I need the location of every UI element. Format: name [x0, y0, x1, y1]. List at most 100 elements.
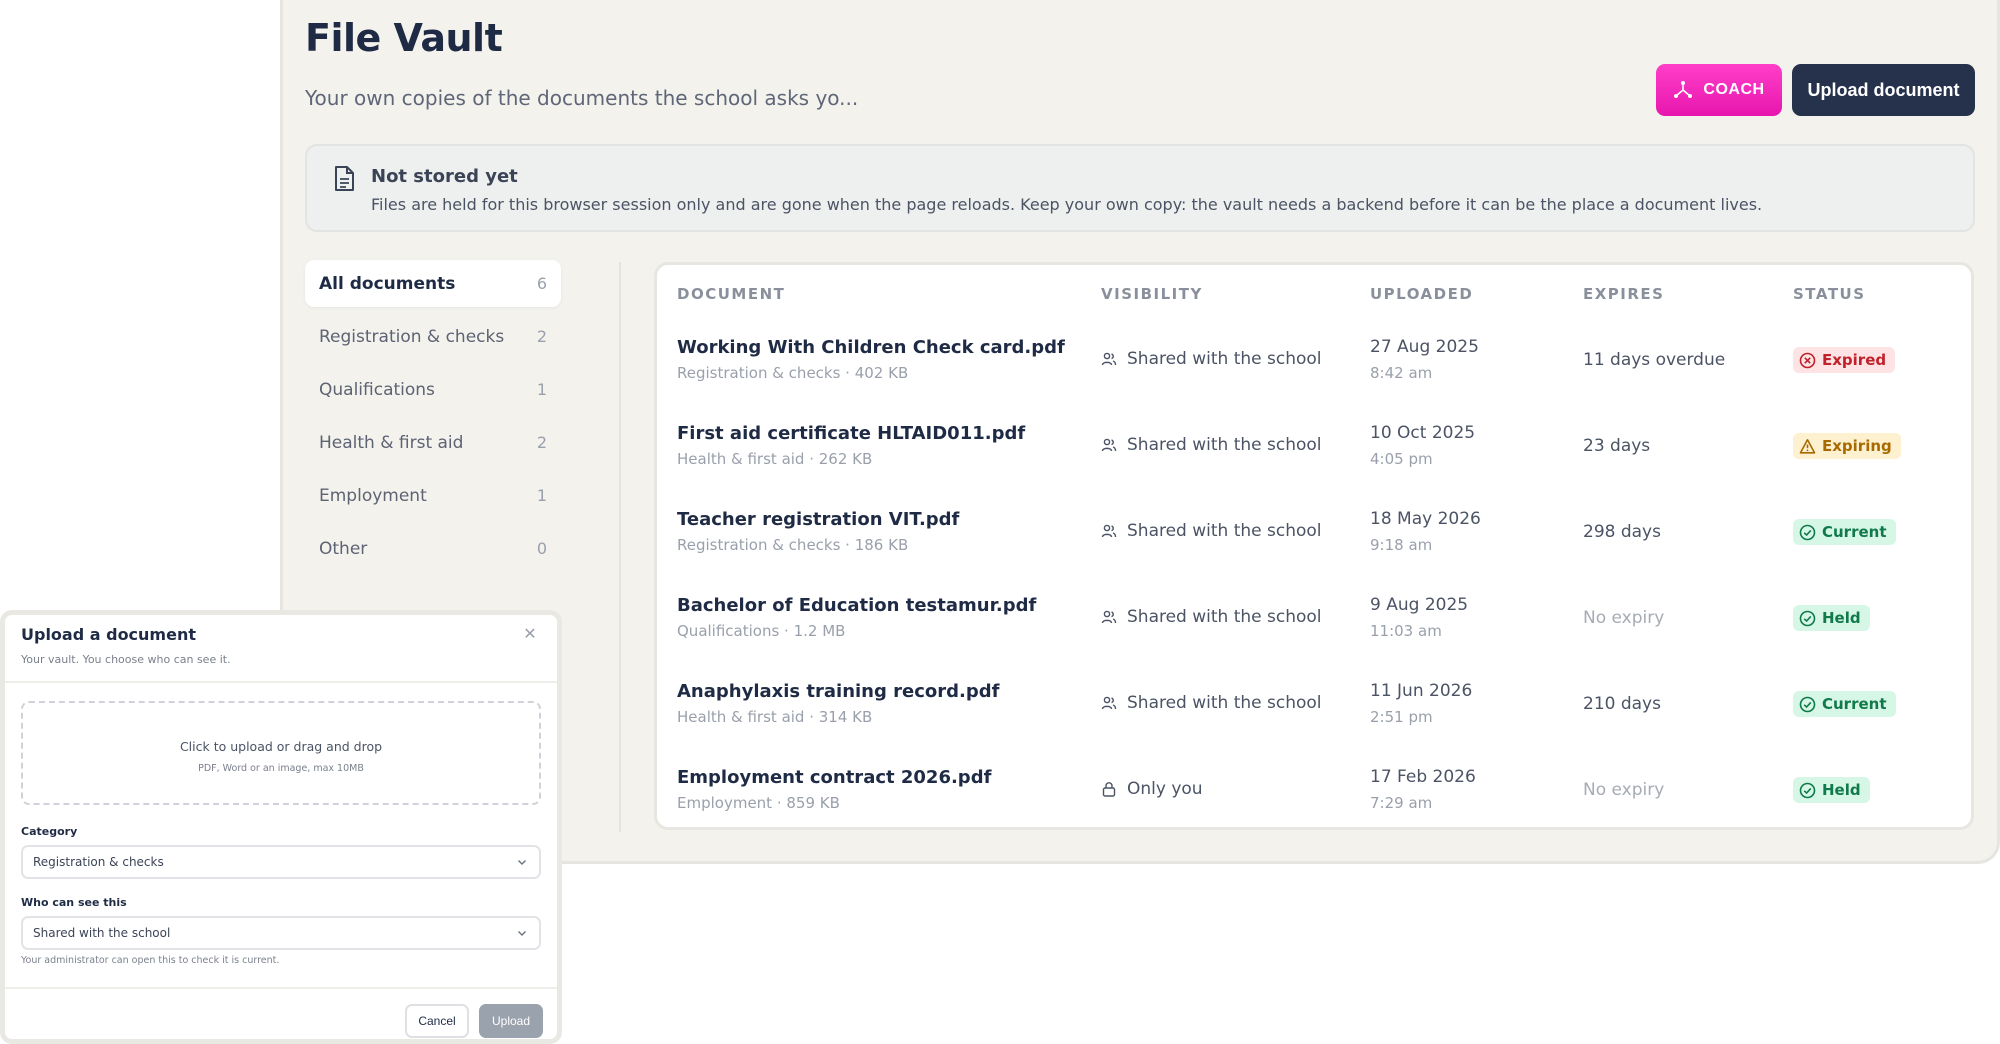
document-name[interactable]: Employment contract 2026.pdf: [677, 767, 991, 788]
status-label: Current: [1822, 695, 1887, 713]
check-circle-icon: [1799, 782, 1816, 798]
expires-value: 298 days: [1583, 522, 1661, 542]
expires-value: 23 days: [1583, 436, 1651, 456]
table-row[interactable]: Employment contract 2026.pdf Employment …: [657, 757, 1971, 843]
table-row[interactable]: First aid certificate HLTAID011.pdf Heal…: [657, 413, 1971, 499]
check-circle-icon: [1799, 524, 1816, 540]
status-label: Current: [1822, 523, 1887, 541]
document-meta: Qualifications · 1.2 MB: [677, 622, 846, 640]
uploaded-date: 27 Aug 2025: [1370, 337, 1479, 357]
visibility-cell: Shared with the school: [1101, 521, 1322, 541]
sidebar-item-count: 1: [536, 380, 547, 399]
sidebar-item-all-documents[interactable]: All documents 6: [305, 260, 561, 307]
visibility-label: Only you: [1127, 779, 1203, 799]
uploaded-time: 7:29 am: [1370, 794, 1433, 812]
file-dropzone[interactable]: Click to upload or drag and drop PDF, Wo…: [21, 701, 541, 805]
sidebar-item-employment[interactable]: Employment 1: [305, 472, 561, 519]
document-name[interactable]: Working With Children Check card.pdf: [677, 337, 1065, 358]
document-meta: Registration & checks · 186 KB: [677, 536, 909, 554]
column-header-status[interactable]: STATUS: [1793, 285, 1866, 303]
visibility-cell: Shared with the school: [1101, 607, 1322, 627]
sidebar-item-label: All documents: [319, 273, 456, 294]
column-header-expires[interactable]: EXPIRES: [1583, 285, 1665, 303]
sidebar-item-count: 2: [536, 327, 547, 346]
status-badge: Expiring: [1793, 433, 1901, 459]
x-circle-icon: [1799, 352, 1816, 368]
document-name[interactable]: Bachelor of Education testamur.pdf: [677, 595, 1036, 616]
sidebar-divider: [619, 262, 621, 832]
upload-document-button[interactable]: Upload document: [1792, 64, 1975, 116]
cancel-button[interactable]: Cancel: [405, 1004, 469, 1038]
check-circle-icon: [1799, 610, 1816, 626]
status-badge: Held: [1793, 605, 1870, 631]
table-row[interactable]: Working With Children Check card.pdf Reg…: [657, 327, 1971, 413]
uploaded-time: 8:42 am: [1370, 364, 1433, 382]
lock-icon: [1102, 782, 1116, 797]
status-label: Expired: [1822, 351, 1887, 369]
expires-value: No expiry: [1583, 608, 1665, 628]
sidebar-item-count: 1: [536, 486, 547, 505]
uploaded-time: 11:03 am: [1370, 622, 1442, 640]
users-icon: [1101, 524, 1117, 538]
visibility-select[interactable]: Shared with the school: [21, 916, 541, 950]
uploaded-date: 18 May 2026: [1370, 509, 1481, 529]
visibility-cell: Shared with the school: [1101, 435, 1322, 455]
visibility-cell: Shared with the school: [1101, 693, 1322, 713]
sidebar-item-health[interactable]: Health & first aid 2: [305, 419, 561, 466]
sidebar-item-count: 2: [536, 433, 547, 452]
visibility-cell: Shared with the school: [1101, 349, 1322, 369]
dialog-divider: [5, 987, 557, 989]
column-header-document[interactable]: DOCUMENT: [677, 285, 785, 303]
document-name[interactable]: First aid certificate HLTAID011.pdf: [677, 423, 1025, 444]
users-icon: [1101, 696, 1117, 710]
expires-value: 11 days overdue: [1583, 350, 1726, 370]
column-header-visibility[interactable]: VISIBILITY: [1101, 285, 1203, 303]
visibility-help: Your administrator can open this to chec…: [21, 955, 280, 966]
notice-title: Not stored yet: [371, 166, 518, 187]
document-name[interactable]: Anaphylaxis training record.pdf: [677, 681, 999, 702]
sidebar-item-registration[interactable]: Registration & checks 2: [305, 313, 561, 360]
check-circle-icon: [1799, 696, 1816, 712]
upload-submit-button[interactable]: Upload: [479, 1004, 543, 1038]
dropzone-label: Click to upload or drag and drop: [179, 739, 383, 754]
uploaded-time: 2:51 pm: [1370, 708, 1433, 726]
table-row[interactable]: Bachelor of Education testamur.pdf Quali…: [657, 585, 1971, 671]
coach-button[interactable]: COACH: [1656, 64, 1782, 116]
users-icon: [1101, 438, 1117, 452]
uploaded-date: 17 Feb 2026: [1370, 767, 1476, 787]
expires-value: 210 days: [1583, 694, 1661, 714]
dialog-subtitle: Your vault. You choose who can see it.: [21, 653, 231, 666]
dialog-title: Upload a document: [21, 625, 196, 644]
status-badge: Current: [1793, 691, 1896, 717]
dropzone-hint: PDF, Word or an image, max 10MB: [198, 763, 364, 774]
users-icon: [1101, 352, 1117, 366]
sidebar-item-qualifications[interactable]: Qualifications 1: [305, 366, 561, 413]
upload-dialog: Upload a document Your vault. You choose…: [0, 610, 562, 1044]
status-badge: Current: [1793, 519, 1896, 545]
close-icon[interactable]: ✕: [521, 625, 539, 643]
document-name[interactable]: Teacher registration VIT.pdf: [677, 509, 959, 530]
users-icon: [1101, 610, 1117, 624]
visibility-label: Shared with the school: [1127, 607, 1322, 627]
status-label: Held: [1822, 781, 1861, 799]
uploaded-time: 4:05 pm: [1370, 450, 1433, 468]
document-meta: Health & first aid · 262 KB: [677, 450, 873, 468]
category-value: Registration & checks: [33, 855, 164, 869]
notice-body: Files are held for this browser session …: [371, 195, 1763, 214]
sidebar-item-other[interactable]: Other 0: [305, 525, 561, 572]
document-icon: [335, 166, 354, 191]
chevron-down-icon: [518, 931, 526, 936]
status-badge: Held: [1793, 777, 1870, 803]
chevron-down-icon: [518, 860, 526, 865]
table-row[interactable]: Anaphylaxis training record.pdf Health &…: [657, 671, 1971, 757]
status-label: Expiring: [1822, 437, 1892, 455]
visibility-label: Shared with the school: [1127, 693, 1322, 713]
table-row[interactable]: Teacher registration VIT.pdf Registratio…: [657, 499, 1971, 585]
column-header-uploaded[interactable]: UPLOADED: [1370, 285, 1473, 303]
visibility-cell: Only you: [1101, 779, 1203, 799]
sidebar-item-label: Registration & checks: [319, 326, 505, 347]
uploaded-date: 10 Oct 2025: [1370, 423, 1476, 443]
category-select[interactable]: Registration & checks: [21, 845, 541, 879]
document-meta: Health & first aid · 314 KB: [677, 708, 873, 726]
coach-icon: [1674, 81, 1693, 98]
